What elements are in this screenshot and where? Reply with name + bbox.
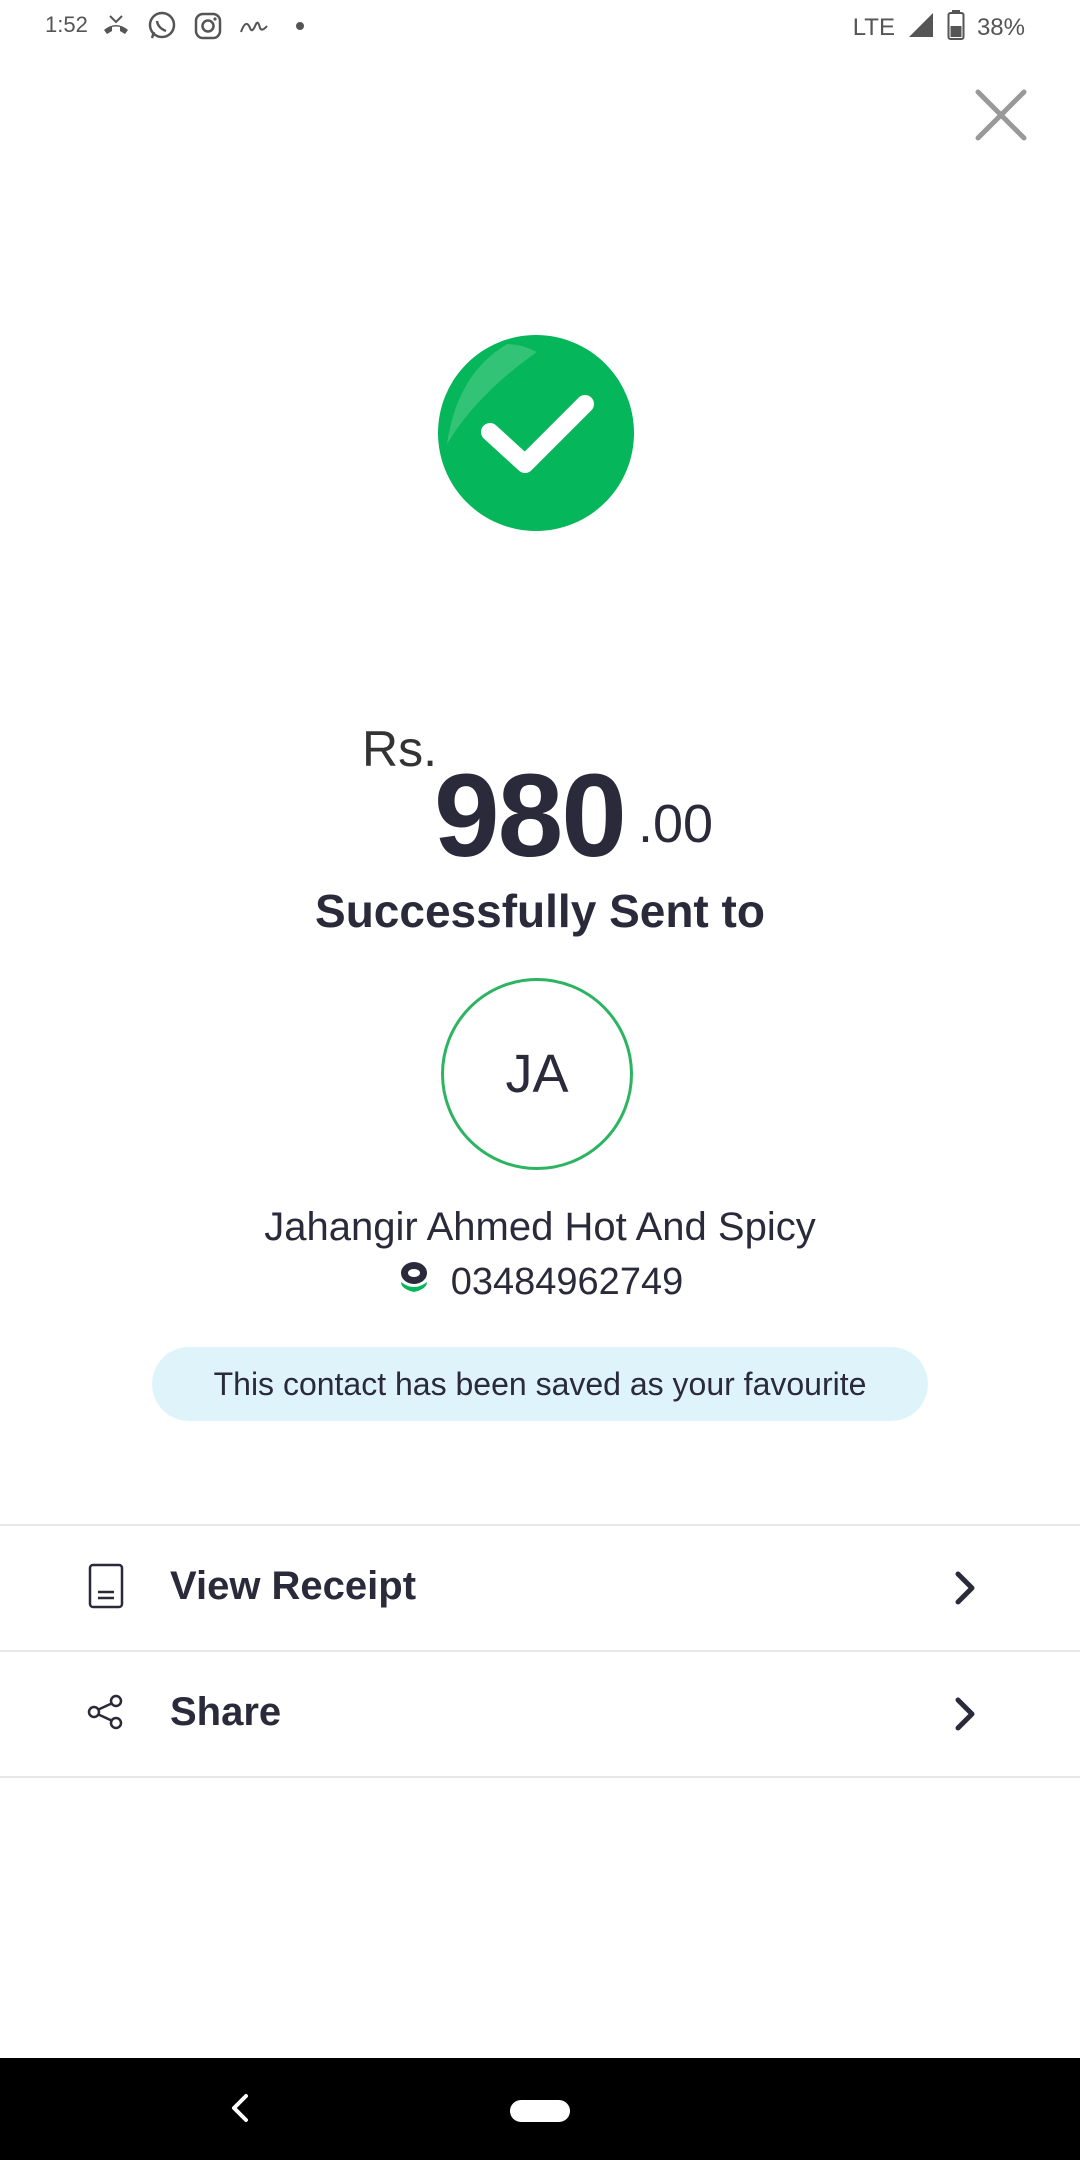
success-check-icon — [437, 334, 635, 532]
share-label: Share — [170, 1690, 282, 1734]
missed-call-icon — [100, 10, 132, 42]
view-receipt-row[interactable]: View Receipt — [0, 1526, 1080, 1650]
signature-icon — [238, 10, 270, 42]
share-icon — [84, 1688, 128, 1736]
network-type: LTE — [852, 13, 895, 41]
chevron-right-icon — [948, 1568, 982, 1608]
dot-icon — [284, 10, 316, 42]
recipient-avatar: JA — [441, 978, 633, 1170]
receipt-icon — [84, 1562, 128, 1610]
close-button[interactable] — [968, 82, 1034, 148]
battery-icon — [947, 10, 965, 45]
currency-label: Rs. — [362, 721, 437, 777]
phone-number: 03484962749 — [450, 1260, 684, 1303]
status-time: 1:52 — [45, 12, 88, 37]
status-right: LTE 38% — [853, 10, 1025, 45]
recipient-phone-row: 03484962749 — [0, 1260, 1080, 1304]
back-button[interactable] — [222, 2086, 258, 2130]
battery-level: 38% — [976, 13, 1025, 41]
avatar-initials: JA — [505, 1044, 569, 1104]
status-message: Successfully Sent to — [315, 885, 765, 937]
chevron-right-icon — [948, 1694, 982, 1734]
notification-icons — [100, 10, 316, 42]
amount-display: Rs. 980 .00 — [0, 700, 1080, 882]
amount-decimal: .00 — [638, 794, 714, 854]
close-icon — [975, 89, 1027, 141]
divider — [0, 1776, 1080, 1778]
signal-icon — [907, 11, 935, 44]
favourite-notice: This contact has been saved as your favo… — [152, 1347, 928, 1421]
amount-main: 980 — [434, 750, 627, 882]
instagram-icon — [192, 10, 224, 42]
home-button[interactable] — [510, 2100, 570, 2122]
share-row[interactable]: Share — [0, 1652, 1080, 1776]
easypaisa-logo-icon — [397, 1260, 431, 1304]
system-navigation-bar — [0, 2058, 1080, 2160]
back-icon — [232, 2094, 248, 2122]
whatsapp-icon — [146, 10, 178, 42]
view-receipt-label: View Receipt — [170, 1564, 417, 1608]
status-bar: 1:52 LTE 38% — [0, 0, 1080, 52]
recipient-name: Jahangir Ahmed Hot And Spicy — [264, 1205, 816, 1249]
